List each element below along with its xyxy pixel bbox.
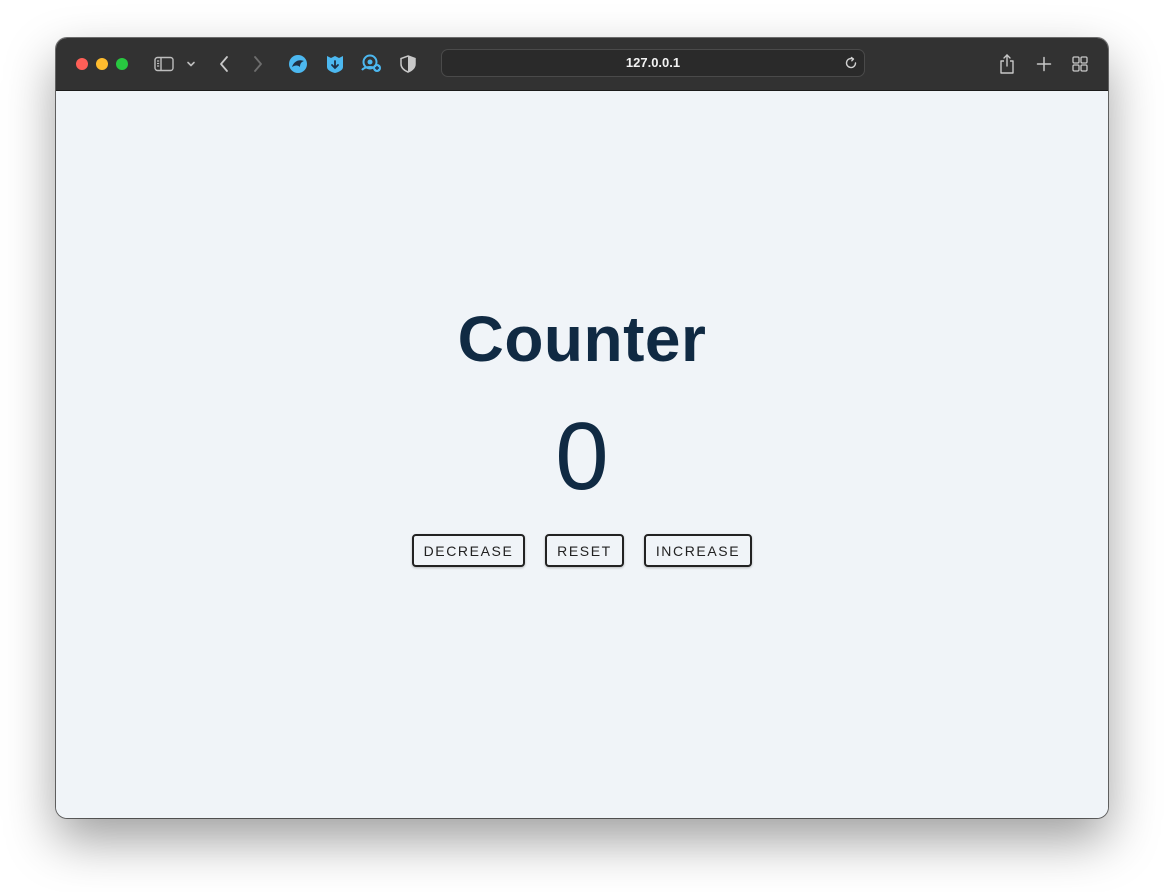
minimize-window-button[interactable] xyxy=(96,58,108,70)
browser-window: 127.0.0.1 Counter 0 DECREASE RESET INCRE… xyxy=(56,38,1108,818)
desktop: 127.0.0.1 Counter 0 DECREASE RESET INCRE… xyxy=(0,0,1164,892)
privacy-shield-icon[interactable] xyxy=(398,52,418,76)
grid-icon[interactable] xyxy=(1070,52,1090,76)
increase-button[interactable]: INCREASE xyxy=(644,534,752,567)
reset-button[interactable]: RESET xyxy=(545,534,624,567)
plus-icon[interactable] xyxy=(1034,52,1054,76)
chevron-right-icon[interactable] xyxy=(250,52,266,76)
url-text[interactable]: 127.0.0.1 xyxy=(442,50,864,76)
cloud-extension-icon[interactable] xyxy=(360,52,382,76)
decrease-button[interactable]: DECREASE xyxy=(412,534,525,567)
counter-value: 0 xyxy=(555,403,609,510)
bird-extension-icon[interactable] xyxy=(287,52,309,76)
chevron-down-icon[interactable] xyxy=(184,52,198,76)
share-icon[interactable] xyxy=(996,52,1018,76)
button-row: DECREASE RESET INCREASE xyxy=(56,534,1108,567)
reload-icon[interactable] xyxy=(844,56,858,70)
maximize-window-button[interactable] xyxy=(116,58,128,70)
shield-fox-extension-icon[interactable] xyxy=(324,52,346,76)
page-title: Counter xyxy=(457,303,707,375)
browser-toolbar: 127.0.0.1 xyxy=(56,38,1108,91)
chevron-left-icon[interactable] xyxy=(216,52,232,76)
sidebar-icon[interactable] xyxy=(152,52,176,76)
close-window-button[interactable] xyxy=(76,58,88,70)
page-content: Counter 0 DECREASE RESET INCREASE xyxy=(56,91,1108,818)
address-bar[interactable]: 127.0.0.1 xyxy=(441,49,865,77)
